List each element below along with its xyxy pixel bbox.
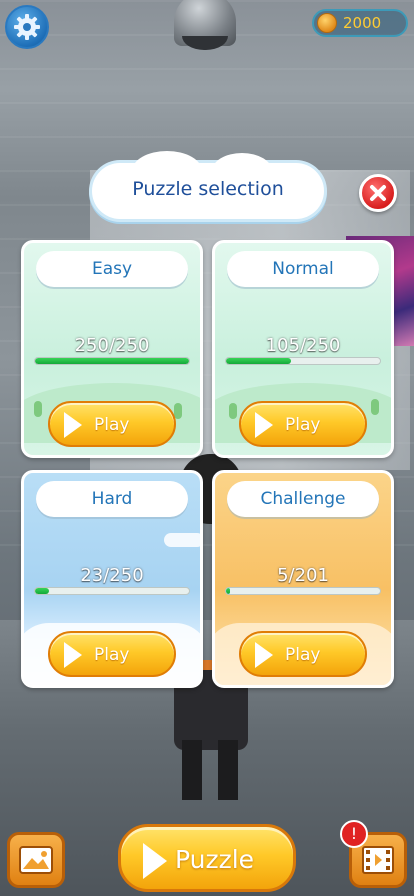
cactus-decoration bbox=[34, 401, 42, 417]
character-leg-left bbox=[182, 740, 202, 800]
level-progress-fill bbox=[35, 588, 50, 594]
cloud-decoration bbox=[164, 533, 200, 547]
character-leg-right bbox=[218, 740, 238, 800]
cactus-decoration bbox=[229, 403, 237, 419]
close-button[interactable] bbox=[359, 174, 397, 212]
play-button-challenge[interactable]: Play bbox=[239, 631, 367, 677]
level-label: Hard bbox=[91, 489, 133, 509]
level-progress-text: 105/250 bbox=[265, 335, 341, 356]
play-button-normal[interactable]: Play bbox=[239, 401, 367, 447]
image-gallery-icon bbox=[19, 846, 53, 874]
play-icon bbox=[64, 642, 82, 668]
video-film-icon bbox=[362, 846, 394, 874]
level-progress-bar bbox=[34, 587, 190, 595]
level-label: Normal bbox=[272, 259, 334, 279]
play-icon bbox=[255, 412, 273, 438]
level-card-hard: Hard 23/250 Play bbox=[21, 470, 203, 688]
dialog-title: Puzzle selection bbox=[132, 178, 284, 200]
level-progress-bar bbox=[34, 357, 190, 365]
play-label: Play bbox=[94, 415, 130, 435]
coin-counter[interactable]: 2000 bbox=[312, 9, 408, 37]
level-progress-text: 5/201 bbox=[277, 565, 329, 586]
alert-badge: ! bbox=[340, 820, 368, 848]
level-label: Challenge bbox=[260, 489, 346, 509]
play-icon bbox=[64, 412, 82, 438]
play-label: Play bbox=[94, 645, 130, 665]
play-label: Play bbox=[285, 645, 321, 665]
play-button-hard[interactable]: Play bbox=[48, 631, 176, 677]
level-progress-fill bbox=[226, 588, 230, 594]
puzzle-button[interactable]: Puzzle bbox=[118, 824, 296, 892]
cactus-decoration bbox=[371, 399, 379, 415]
play-button-easy[interactable]: Play bbox=[48, 401, 176, 447]
level-label: Easy bbox=[91, 259, 133, 279]
close-icon bbox=[370, 185, 386, 201]
coin-amount: 2000 bbox=[343, 14, 382, 32]
cactus-decoration bbox=[174, 403, 182, 419]
level-progress-bar bbox=[225, 587, 381, 595]
level-progress-text: 250/250 bbox=[74, 335, 150, 356]
level-progress-bar bbox=[225, 357, 381, 365]
gallery-button[interactable] bbox=[7, 832, 65, 888]
play-label: Play bbox=[285, 415, 321, 435]
level-progress-text: 23/250 bbox=[80, 565, 144, 586]
level-progress-fill bbox=[35, 358, 189, 364]
play-icon bbox=[143, 843, 167, 879]
puzzle-label: Puzzle bbox=[175, 845, 255, 874]
coin-icon bbox=[317, 13, 337, 33]
gear-icon bbox=[14, 14, 40, 40]
level-card-easy: Easy 250/250 Play bbox=[21, 240, 203, 458]
settings-button[interactable] bbox=[5, 5, 49, 49]
level-card-challenge: Challenge 5/201 Play bbox=[212, 470, 394, 688]
level-card-normal: Normal 105/250 Play bbox=[212, 240, 394, 458]
play-icon bbox=[255, 642, 273, 668]
level-progress-fill bbox=[226, 358, 291, 364]
